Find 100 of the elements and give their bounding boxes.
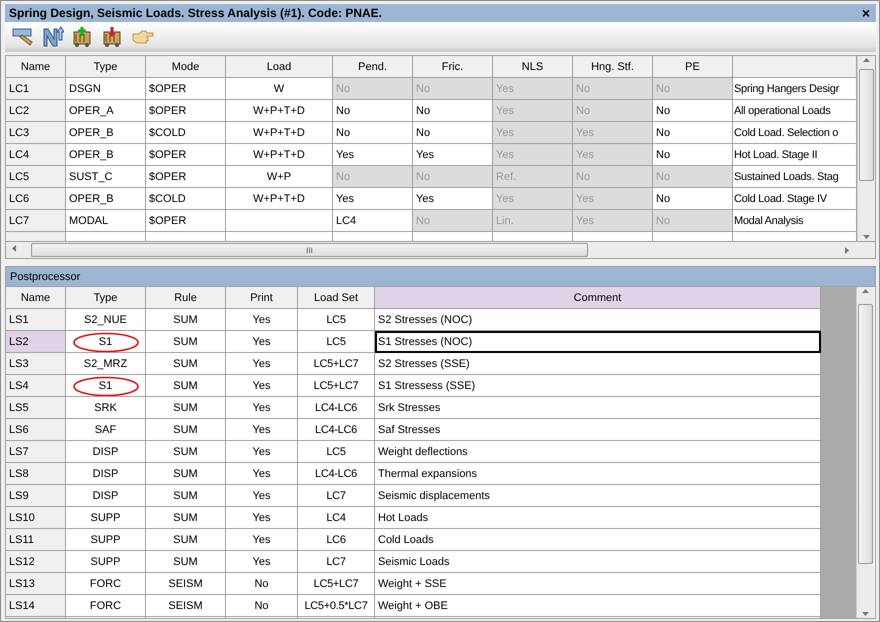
row-header[interactable]: LS3	[6, 353, 66, 375]
table-cell: LC7	[298, 551, 375, 573]
close-button[interactable]: ×	[860, 6, 872, 20]
table-cell: Seismic displacements	[375, 485, 821, 507]
row-header[interactable]: LS12	[6, 551, 66, 573]
scroll-thumb[interactable]: III	[31, 243, 588, 257]
vertical-scrollbar[interactable]	[857, 56, 875, 241]
table-cell: SEISM	[146, 573, 226, 595]
row-header[interactable]: LC4	[6, 144, 66, 166]
table-cell: SUST_C	[66, 166, 146, 188]
column-header[interactable]: NLS	[493, 56, 573, 78]
row-header[interactable]: LC5	[6, 166, 66, 188]
row-header[interactable]: LS6	[6, 419, 66, 441]
table-cell: No	[573, 78, 653, 100]
table-cell: SUM	[146, 441, 226, 463]
column-header[interactable]: Hng. Stf.	[573, 56, 653, 78]
table-cell: $OPER	[146, 210, 226, 232]
table-cell: LC4-LC6	[298, 397, 375, 419]
column-header[interactable]: Mode	[146, 56, 226, 78]
table-cell: Yes	[226, 331, 298, 353]
table-cell: LC4-LC6	[298, 419, 375, 441]
row-header[interactable]: LS1	[6, 309, 66, 331]
table-cell: SEISM	[146, 595, 226, 617]
table-cell: $COLD	[146, 188, 226, 210]
table-cell: No	[653, 100, 733, 122]
table-cell: DSGN	[66, 78, 146, 100]
table-cell: W+P	[226, 166, 333, 188]
row-header[interactable]: LS9	[6, 485, 66, 507]
row-header[interactable]: LS14	[6, 595, 66, 617]
table-cell: FORC	[66, 573, 146, 595]
scroll-down-icon[interactable]	[861, 609, 870, 618]
table-cell: Thermal expansions	[375, 463, 821, 485]
table-cell: No	[413, 166, 493, 188]
table-cell: Yes	[226, 419, 298, 441]
column-header[interactable]: Pend.	[333, 56, 413, 78]
scroll-thumb[interactable]	[859, 69, 874, 181]
table-cell: $OPER	[146, 144, 226, 166]
table-cell: Yes	[573, 122, 653, 144]
table-cell: SUM	[146, 463, 226, 485]
row-header[interactable]: LS13	[6, 573, 66, 595]
row-header[interactable]: LS7	[6, 441, 66, 463]
row-header[interactable]: LC2	[6, 100, 66, 122]
table-cell: S1 Stresses (NOC)	[375, 331, 821, 353]
table-cell: SRK	[66, 397, 146, 419]
column-header[interactable]: Comment	[375, 287, 821, 309]
table-cell: DISP	[66, 441, 146, 463]
table-cell: All operational Loads	[733, 100, 857, 122]
table-cell: S1	[66, 375, 146, 397]
row-header[interactable]: LS2	[6, 331, 66, 353]
table-cell: Sustained Loads. Stag	[733, 166, 857, 188]
scroll-thumb[interactable]	[858, 304, 873, 564]
table-cell: Yes	[333, 144, 413, 166]
table-cell: Yes	[493, 78, 573, 100]
table-cell: LC5+0.5*LC7	[298, 595, 375, 617]
column-header[interactable]: Load	[226, 56, 333, 78]
table-cell: Cold Load. Stage IV	[733, 188, 857, 210]
row-header[interactable]: LS11	[6, 529, 66, 551]
row-header[interactable]: LC7	[6, 210, 66, 232]
table-cell: No	[653, 188, 733, 210]
scroll-right-icon[interactable]	[842, 246, 851, 254]
row-header[interactable]: LC1	[6, 78, 66, 100]
column-header[interactable]: Fric.	[413, 56, 493, 78]
column-header[interactable]: Rule	[146, 287, 226, 309]
row-header[interactable]: LC3	[6, 122, 66, 144]
ruler-pencil-icon	[12, 27, 34, 47]
row-header[interactable]: LS10	[6, 507, 66, 529]
table-cell: No	[333, 78, 413, 100]
table-cell: Saf Stresses	[375, 419, 821, 441]
table-cell: LC5	[298, 331, 375, 353]
scroll-left-icon[interactable]	[10, 244, 19, 253]
row-header[interactable]: LS5	[6, 397, 66, 419]
scroll-up-icon[interactable]	[862, 56, 871, 65]
column-header[interactable]: Name	[6, 56, 66, 78]
table-cell: Hot Loads	[375, 507, 821, 529]
table-cell: SUM	[146, 331, 226, 353]
column-header[interactable]: Name	[6, 287, 66, 309]
column-header[interactable]: Load Set	[298, 287, 375, 309]
toolbar-button[interactable]	[41, 25, 65, 49]
table-cell: No	[413, 122, 493, 144]
table-cell: LC4	[333, 210, 413, 232]
table-cell: W+P+T+D	[226, 188, 333, 210]
column-header[interactable]: Print	[226, 287, 298, 309]
table-cell: Yes	[333, 188, 413, 210]
table-cell: Hot Load. Stage II	[733, 144, 857, 166]
table-cell: $COLD	[146, 122, 226, 144]
vertical-scrollbar[interactable]	[856, 287, 874, 618]
table-cell: SAF	[66, 419, 146, 441]
column-header[interactable]: PE	[653, 56, 733, 78]
table-cell: Yes	[573, 144, 653, 166]
table-cell: S2 Stresses (SSE)	[375, 353, 821, 375]
table-cell: DISP	[66, 485, 146, 507]
column-header[interactable]	[733, 56, 857, 78]
table-cell: S1 Stressess (SSE)	[375, 375, 821, 397]
column-header[interactable]: Type	[66, 56, 146, 78]
row-header[interactable]: LS4	[6, 375, 66, 397]
table-cell: Yes	[573, 210, 653, 232]
column-header[interactable]: Type	[66, 287, 146, 309]
row-header[interactable]: LC6	[6, 188, 66, 210]
horizontal-scrollbar[interactable]: III	[5, 242, 876, 259]
row-header[interactable]: LS8	[6, 463, 66, 485]
